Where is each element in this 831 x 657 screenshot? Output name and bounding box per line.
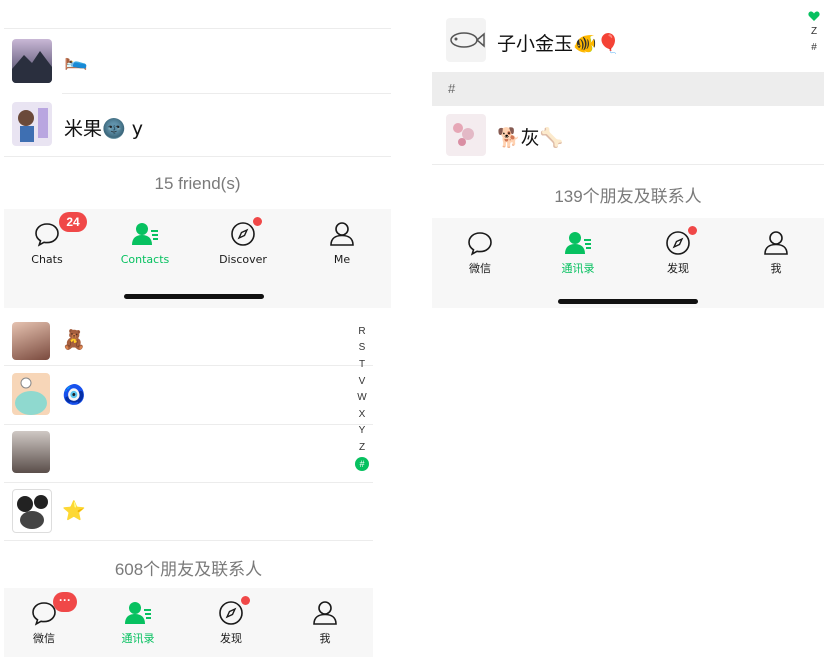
- tab-discover[interactable]: Discover: [203, 209, 283, 269]
- index-letter[interactable]: #: [807, 42, 821, 53]
- index-letter[interactable]: W: [355, 392, 369, 403]
- tab-label: 我: [770, 262, 782, 275]
- compass-icon: [219, 601, 243, 625]
- chat-bubble-icon: [35, 223, 59, 247]
- contact-row[interactable]: 🧸: [4, 318, 373, 366]
- notification-dot: [241, 596, 250, 605]
- contacts-icon: [125, 602, 151, 624]
- home-indicator: [124, 294, 264, 299]
- person-icon: [313, 601, 337, 625]
- index-letter[interactable]: Y: [355, 425, 369, 436]
- tab-contacts[interactable]: 通讯录: [98, 588, 178, 648]
- chat-bubble-icon: [468, 232, 492, 256]
- divider: [4, 156, 391, 157]
- tab-label: Discover: [219, 253, 267, 266]
- divider: [432, 164, 824, 165]
- unread-badge: 24: [59, 212, 87, 232]
- divider: [4, 28, 391, 29]
- contact-name: 米果🌚 y: [64, 118, 143, 140]
- home-indicator: [558, 299, 698, 304]
- contacts-panel-chinese: 🧸 🧿 ⭐ R S T V W X Y Z # 608个朋友及联系人 微信 ··…: [4, 310, 373, 657]
- contact-name: 🛌: [64, 49, 88, 71]
- tab-label: 微信: [469, 262, 491, 275]
- avatar: [12, 373, 50, 415]
- index-letter[interactable]: T: [355, 359, 369, 370]
- index-hash-active[interactable]: #: [355, 457, 369, 471]
- index-letter[interactable]: Z: [355, 442, 369, 453]
- contact-row[interactable]: 🐕灰🦴: [432, 106, 824, 164]
- tab-me[interactable]: Me: [302, 209, 382, 269]
- tab-discover[interactable]: 发现: [191, 588, 271, 648]
- index-letter[interactable]: Z: [807, 26, 821, 37]
- tab-label: Me: [333, 253, 351, 266]
- avatar: [12, 102, 52, 146]
- alphabet-index[interactable]: Z #: [807, 10, 821, 60]
- index-letter[interactable]: R: [355, 326, 369, 337]
- tab-contacts[interactable]: Contacts: [105, 209, 185, 269]
- section-header: #: [432, 72, 824, 106]
- tab-label: Contacts: [120, 253, 170, 266]
- contact-name: 🧿: [62, 384, 86, 406]
- tab-label: 发现: [220, 632, 242, 645]
- alphabet-index[interactable]: R S T V W X Y Z #: [355, 326, 369, 476]
- tab-label: 微信: [33, 632, 55, 645]
- unread-badge: ···: [53, 592, 77, 612]
- avatar: [12, 39, 52, 83]
- tab-label: 通讯录: [121, 632, 155, 645]
- contact-name: 🧸: [62, 329, 86, 351]
- contact-name: 🐕灰🦴: [497, 127, 564, 149]
- contact-row[interactable]: [4, 426, 373, 482]
- person-icon: [764, 231, 788, 255]
- tab-label: 通讯录: [561, 262, 595, 275]
- index-letter[interactable]: X: [355, 409, 369, 420]
- index-letter[interactable]: S: [355, 342, 369, 353]
- person-icon: [330, 222, 354, 246]
- section-header-label: #: [448, 81, 456, 96]
- divider: [4, 540, 373, 541]
- divider: [4, 424, 373, 425]
- avatar: [446, 114, 486, 156]
- index-letter[interactable]: V: [355, 376, 369, 387]
- tab-chats[interactable]: 微信 ···: [4, 588, 84, 648]
- contacts-icon: [132, 223, 158, 245]
- contact-row[interactable]: 🧿: [4, 368, 373, 424]
- contact-row[interactable]: 🛌: [4, 30, 391, 92]
- tab-bar: 微信 ··· 通讯录 发现 我: [4, 588, 373, 657]
- contact-row[interactable]: 米果🌚 y: [4, 94, 391, 156]
- friend-count: 608个朋友及联系人: [114, 560, 263, 579]
- avatar: [12, 322, 50, 360]
- tab-chats[interactable]: 微信: [440, 218, 520, 278]
- tab-bar: 微信 通讯录 发现 我: [432, 218, 824, 308]
- friend-count: 139个朋友及联系人: [554, 187, 702, 206]
- tab-chats[interactable]: Chats 24: [7, 209, 87, 269]
- contact-row[interactable]: ⭐: [4, 484, 373, 540]
- contact-row[interactable]: 子小金玉🐠🎈: [432, 8, 824, 72]
- avatar: [446, 18, 486, 62]
- tab-discover[interactable]: 发现: [638, 218, 718, 278]
- compass-icon: [666, 231, 690, 255]
- contact-name: 子小金玉🐠🎈: [497, 33, 621, 55]
- divider: [4, 365, 373, 366]
- contacts-panel-right: 子小金玉🐠🎈 # 🐕灰🦴 Z # 139个朋友及联系人 微信 通讯录 发现 我: [432, 0, 824, 308]
- avatar: [12, 489, 52, 533]
- friend-count: 15 friend(s): [154, 174, 241, 193]
- contacts-panel-english: 🛌 米果🌚 y 15 friend(s) Chats 24 Contacts D…: [4, 0, 391, 308]
- tab-label: 发现: [667, 262, 689, 275]
- notification-dot: [688, 226, 697, 235]
- contact-name: ⭐: [62, 500, 86, 522]
- tab-me[interactable]: 我: [285, 588, 365, 648]
- notification-dot: [253, 217, 262, 226]
- divider: [4, 482, 373, 483]
- compass-icon: [231, 222, 255, 246]
- tab-contacts[interactable]: 通讯录: [538, 218, 618, 278]
- tab-label: Chats: [31, 253, 63, 266]
- tab-me[interactable]: 我: [736, 218, 816, 278]
- tab-label: 我: [319, 632, 331, 645]
- heart-icon: [808, 11, 820, 21]
- avatar: [12, 431, 50, 473]
- contacts-icon: [565, 232, 591, 254]
- tab-bar: Chats 24 Contacts Discover Me: [4, 209, 391, 308]
